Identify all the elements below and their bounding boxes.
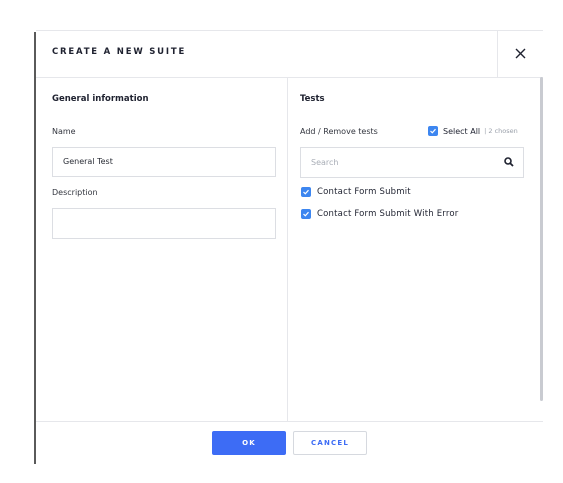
test-item-contact-form-submit-with-error[interactable]: Contact Form Submit With Error [301,208,458,220]
tests-heading: Tests [300,94,325,104]
search-field[interactable]: Search [300,147,524,178]
name-input[interactable]: General Test [52,147,276,177]
column-divider [287,77,288,421]
create-suite-page: CREATE A NEW SUITE General information N… [0,0,563,483]
search-input[interactable]: Search [311,158,338,167]
select-all-toggle[interactable]: Select All | 2 chosen [428,125,518,137]
dialog-title: CREATE A NEW SUITE [52,47,187,57]
test-checkbox[interactable] [301,209,311,219]
select-all-checkbox[interactable] [428,126,438,136]
ok-button[interactable]: OK [212,431,286,455]
add-remove-tests-label: Add / Remove tests [300,127,378,136]
checkmark-icon [430,128,436,134]
name-label: Name [52,127,76,136]
description-label: Description [52,188,98,197]
dialog-header: CREATE A NEW SUITE [36,30,543,78]
select-all-label: Select All [443,126,481,136]
close-icon [515,48,526,59]
description-input[interactable] [52,208,276,239]
close-button[interactable] [497,31,544,77]
chosen-count: | 2 chosen [484,127,518,135]
test-label: Contact Form Submit With Error [317,209,459,219]
cancel-button[interactable]: CANCEL [293,431,367,455]
test-item-contact-form-submit[interactable]: Contact Form Submit [301,186,411,198]
footer-divider [36,421,543,422]
general-information-heading: General information [52,94,149,104]
scrollbar[interactable] [540,77,543,401]
search-icon[interactable] [504,157,514,167]
test-label: Contact Form Submit [317,187,411,197]
modal-left-edge [34,32,36,464]
checkmark-icon [303,189,309,195]
checkmark-icon [303,211,309,217]
test-checkbox[interactable] [301,187,311,197]
